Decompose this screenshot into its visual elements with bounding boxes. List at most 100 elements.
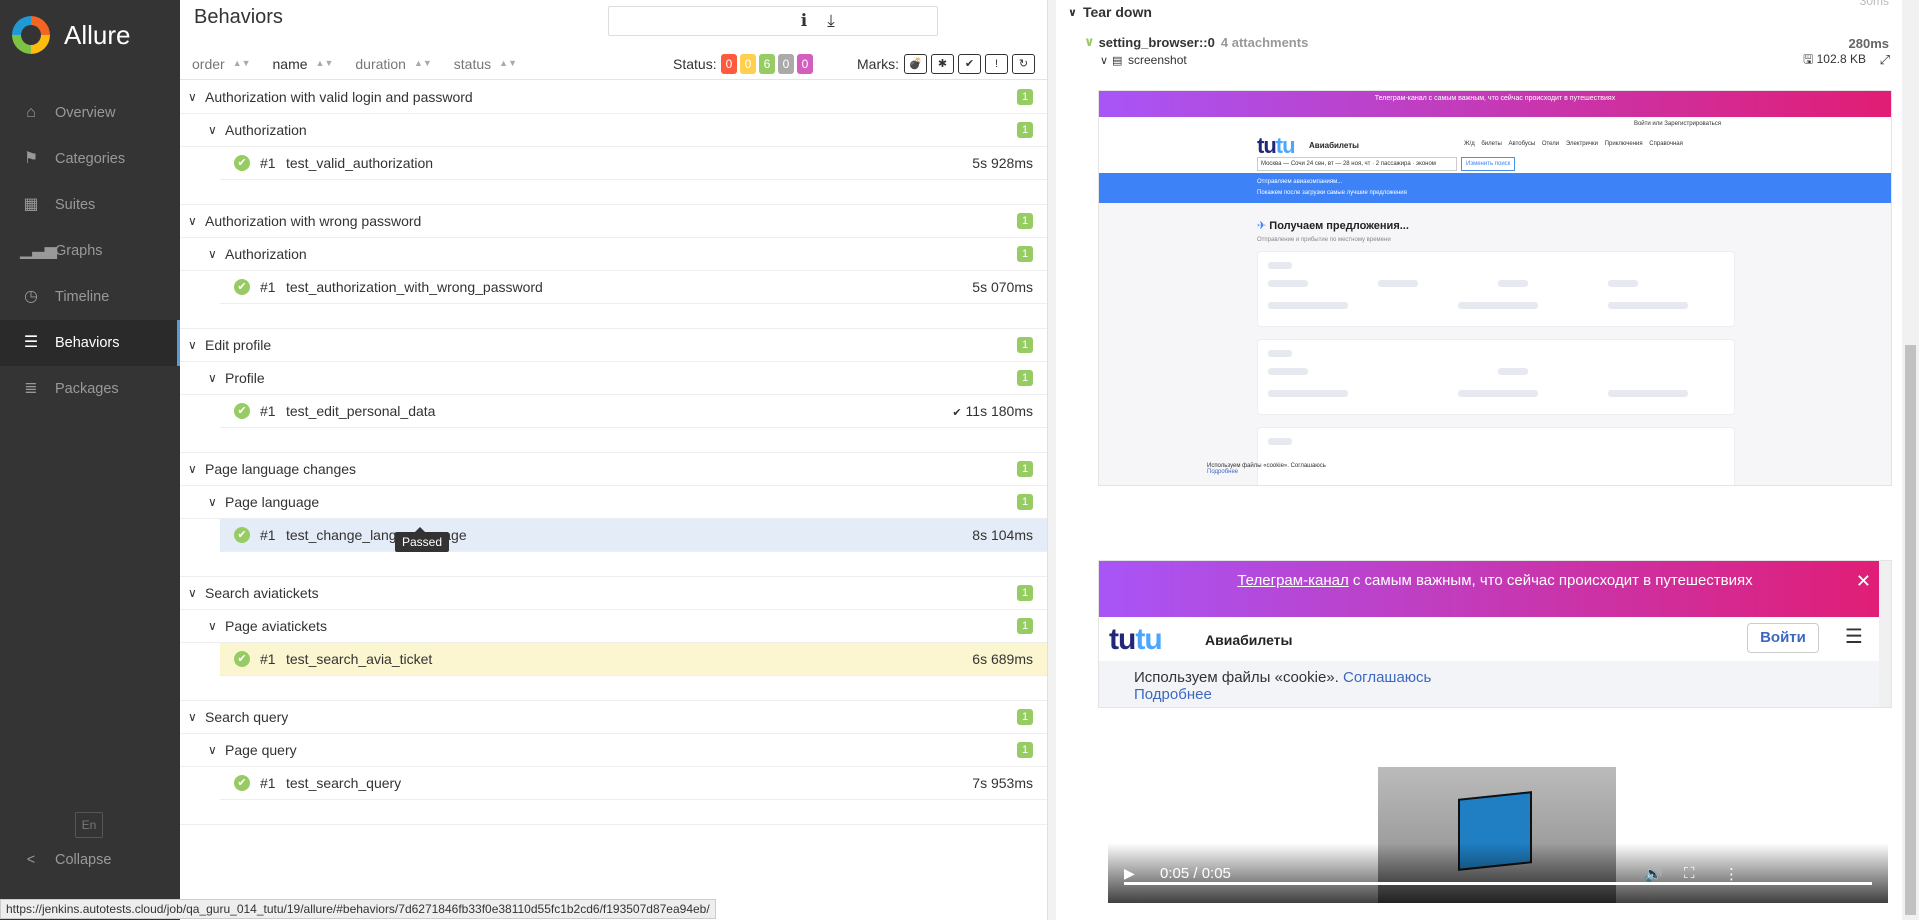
sidebar-item-graphs[interactable]: ▁▃▅ Graphs [0, 228, 180, 274]
collapse-button[interactable]: < Collapse [20, 852, 112, 868]
retries-mark-icon[interactable]: ↻ [1012, 53, 1035, 74]
teardown-section[interactable]: ∨ Tear down [1068, 4, 1152, 20]
sidebar-item-behaviors[interactable]: ☰ Behaviors [0, 320, 180, 366]
group-spacer [180, 304, 1047, 329]
test-result-pane: 30ms ∨ Tear down ∨ setting_browser::0 4 … [1056, 0, 1919, 920]
page-source-preview[interactable]: Телеграм-канал с самым важным, что сейча… [1098, 560, 1892, 708]
group-spacer [180, 180, 1047, 205]
story-row[interactable]: ∨ Page aviatickets 1 [180, 610, 1047, 643]
test-number: #1 [260, 527, 276, 543]
group-spacer [180, 800, 1047, 825]
feature-row[interactable]: ∨ Authorization with valid login and pass… [180, 81, 1047, 114]
download-icon[interactable]: 🖫 [1803, 52, 1817, 66]
test-name: test_search_query [286, 775, 402, 791]
video-player[interactable]: ▶ 0:05 / 0:05 🔊 ⛶ ⋮ [1108, 767, 1888, 903]
status-count-badge[interactable]: 0 [797, 53, 813, 74]
attachment-name: screenshot [1128, 53, 1187, 67]
chevron-down-icon: ∨ [188, 90, 197, 104]
cookie-more-link[interactable]: Подробнее [1134, 686, 1212, 703]
test-row[interactable]: ✔ #1 test_authorization_with_wrong_passwor… [220, 271, 1047, 304]
new-failed-mark-icon[interactable]: ✱ [931, 53, 954, 74]
info-icon[interactable]: ℹ [793, 10, 815, 32]
flaky-mark-icon[interactable]: 💣 [904, 53, 927, 74]
telegram-link[interactable]: Телеграм-канал [1237, 572, 1348, 589]
skeleton-card [1257, 251, 1735, 327]
feature-row[interactable]: ∨ Authorization with wrong password 1 [180, 205, 1047, 238]
story-row[interactable]: ∨ Profile 1 [180, 362, 1047, 395]
story-row[interactable]: ∨ Authorization 1 [180, 238, 1047, 271]
volume-icon[interactable]: 🔊 [1644, 865, 1663, 883]
screenshot-progress-text: Покажем после загрузки самые лучшие пред… [1257, 190, 1407, 196]
home-icon: ⌂ [26, 104, 36, 121]
test-row[interactable]: ✔ #1 test_change_language_page 8s 104ms [220, 519, 1047, 552]
fixture-name: setting_browser::0 [1098, 34, 1215, 50]
fullscreen-icon[interactable]: ⛶ [1684, 865, 1695, 882]
duration-value: 6s 689ms [972, 651, 1033, 667]
sidebar-item-packages[interactable]: ≣ Packages [0, 366, 180, 412]
count-badge: 1 [1017, 122, 1033, 138]
test-name: test_edit_personal_data [286, 403, 436, 419]
pane-splitter[interactable] [1047, 0, 1056, 920]
hamburger-icon[interactable]: ☰ [1845, 627, 1869, 647]
status-url: https://jenkins.autotests.cloud/job/qa_g… [0, 899, 716, 919]
new-broken-mark-icon[interactable]: ! [985, 53, 1008, 74]
more-options-icon[interactable]: ⋮ [1724, 865, 1739, 883]
sidebar-item-categories[interactable]: ⚑ Categories [0, 136, 180, 182]
status-count-badge[interactable]: 0 [740, 53, 756, 74]
expand-icon[interactable]: ⤢ [1880, 52, 1890, 68]
screenshot-heading: ✈ Получаем предложения... [1257, 219, 1409, 232]
screenshot-preview[interactable]: Телеграм-канал с самым важным, что сейча… [1098, 90, 1892, 486]
new-passed-mark-icon[interactable]: ✔ [958, 53, 981, 74]
sidebar-item-timeline[interactable]: ◷ Timeline [0, 274, 180, 320]
story-row[interactable]: ∨ Page query 1 [180, 734, 1047, 767]
cookie-accept-link[interactable]: Соглашаюсь [1343, 669, 1431, 686]
login-button[interactable]: Войти [1747, 623, 1819, 653]
allure-logo[interactable]: Allure [0, 0, 180, 70]
sort-icon: ▲▼ [499, 58, 517, 68]
test-row[interactable]: ✔ #1 test_search_avia_ticket 6s 689ms [220, 643, 1047, 676]
duration-value: 5s 070ms [972, 279, 1033, 295]
feature-row[interactable]: ∨ Edit profile 1 [180, 329, 1047, 362]
sidebar-item-suites[interactable]: ▦ Suites [0, 182, 180, 228]
fixture-row[interactable]: ∨ setting_browser::0 4 attachments [1084, 34, 1308, 50]
video-progress[interactable] [1124, 882, 1872, 885]
play-icon[interactable]: ▶ [1124, 865, 1135, 882]
sort-name-label: name [272, 55, 308, 72]
status-count-badge[interactable]: 0 [721, 53, 737, 74]
page-source-scrollbar[interactable] [1879, 561, 1891, 707]
count-badge: 1 [1017, 89, 1033, 105]
close-icon[interactable]: ✕ [1856, 561, 1871, 601]
test-number: #1 [260, 155, 276, 171]
test-row[interactable]: ✔ #1 test_valid_authorization 5s 928ms [220, 147, 1047, 180]
sort-status[interactable]: status ▲▼ [454, 56, 517, 72]
feature-row[interactable]: ∨ Search query 1 [180, 701, 1047, 734]
video-controls: ▶ 0:05 / 0:05 🔊 ⛶ ⋮ [1108, 843, 1888, 903]
passed-status-icon: ✔ [234, 279, 250, 295]
sidebar-item-overview[interactable]: ⌂ Overview [0, 90, 180, 136]
search-input[interactable] [608, 6, 938, 36]
chevron-down-icon: ∨ [188, 710, 197, 724]
pane-scrollbar[interactable] [1902, 0, 1919, 920]
group-spacer [180, 676, 1047, 701]
sort-name[interactable]: name ▲▼ [273, 56, 334, 72]
test-row[interactable]: ✔ #1 test_search_query 7s 953ms [220, 767, 1047, 800]
feature-row[interactable]: ∨ Search aviatickets 1 [180, 577, 1047, 610]
sort-order[interactable]: order ▲▼ [192, 56, 251, 72]
status-count-badge[interactable]: 6 [759, 53, 775, 74]
test-row[interactable]: ✔ #1 test_edit_personal_data ✔ 11s 180ms [220, 395, 1047, 428]
screenshot-cookie-more: Подробнее [1207, 469, 1239, 475]
attachment-row[interactable]: ∨ ▤ screenshot 🖫 102.8 KB ⤢ [1100, 50, 1890, 70]
sort-duration[interactable]: duration ▲▼ [355, 56, 431, 72]
passed-status-icon: ✔ [234, 651, 250, 667]
feature-name: Authorization with valid login and passw… [205, 89, 473, 105]
pane-scrollbar-thumb[interactable] [1905, 345, 1916, 915]
story-row[interactable]: ∨ Page language 1 [180, 486, 1047, 519]
feature-row[interactable]: ∨ Page language changes 1 [180, 453, 1047, 486]
download-icon[interactable]: ⤓ [820, 10, 842, 32]
language-switch[interactable]: En [75, 812, 103, 838]
step-duration-cut: 30ms [1859, 0, 1889, 8]
story-row[interactable]: ∨ Authorization 1 [180, 114, 1047, 147]
status-count-badge[interactable]: 0 [778, 53, 794, 74]
feature-name: Edit profile [205, 337, 272, 353]
screenshot-heading-text: Получаем предложения... [1269, 220, 1409, 232]
